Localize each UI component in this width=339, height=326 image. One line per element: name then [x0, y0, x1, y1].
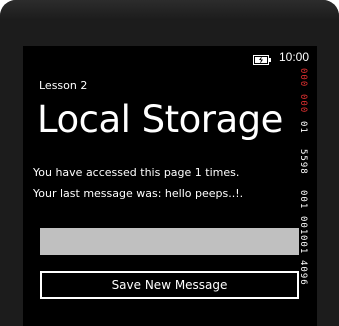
phone-screen: 10:00 Lesson 2 Local Storage You have ac… [23, 46, 317, 326]
frame-counter: 5598 [298, 149, 317, 175]
status-clock: 10:00 [278, 50, 309, 64]
access-count-text: You have accessed this page 1 times. [33, 166, 240, 179]
battery-charging-icon [253, 52, 271, 65]
frame-counter: 01 [298, 121, 317, 135]
message-input[interactable] [40, 228, 299, 255]
save-message-button[interactable]: Save New Message [40, 271, 299, 299]
frame-counter-value: 5598 [298, 149, 308, 175]
frame-counter-value: 01 [298, 121, 308, 134]
frame-counter: 001 [298, 216, 317, 235]
status-bar: 10:00 [23, 46, 317, 68]
frame-counter-value: 000 [298, 94, 308, 114]
frame-counter-value: 000 [298, 68, 308, 88]
frame-counter: 000 [298, 94, 317, 113]
frame-counter: 4096 [298, 260, 317, 286]
frame-counter-value: 001 [298, 235, 308, 255]
frame-counter-value: 001 [298, 190, 308, 210]
phone-bezel [0, 0, 339, 20]
frame-counter-value: 001 [298, 216, 308, 236]
frame-counter: 001 [298, 190, 317, 209]
last-message-text: Your last message was: hello peeps..!. [33, 187, 244, 200]
page-title: Local Storage [37, 98, 283, 141]
frame-counter: 000 [298, 68, 317, 87]
frame-counter: 001 [298, 235, 317, 254]
frame-counter-value: 4096 [298, 260, 308, 286]
app-title: Lesson 2 [39, 79, 88, 92]
frame-rate-counters: 000 000 01 5598 001 001 001 4096 [298, 63, 317, 286]
